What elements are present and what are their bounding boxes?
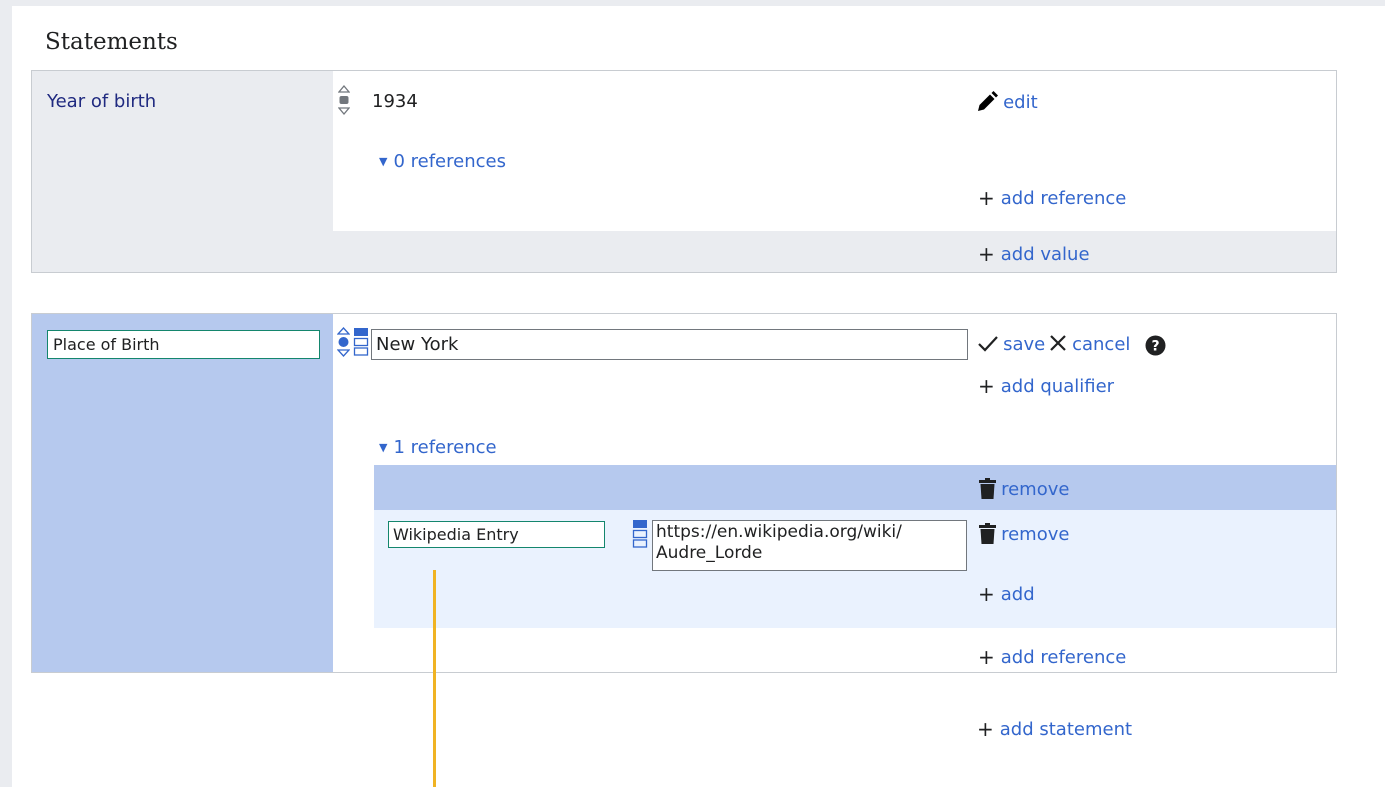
caret-down-icon: ▼ (379, 155, 388, 168)
trash-icon (979, 523, 996, 544)
reference-add-button[interactable]: + add (978, 581, 1035, 606)
help-icon[interactable]: ? (1145, 335, 1166, 356)
property-input[interactable] (47, 330, 320, 359)
add-qualifier-button[interactable]: + add qualifier (978, 373, 1115, 398)
add-statement-label: add statement (999, 719, 1133, 740)
close-icon (1050, 335, 1066, 351)
plus-icon: + (978, 645, 995, 669)
reference-remove-label: remove (1001, 479, 1070, 500)
checkmark-icon (978, 336, 998, 352)
add-reference-button[interactable]: + add reference (978, 185, 1127, 210)
edit-button[interactable]: edit (976, 91, 1038, 113)
add-value-button[interactable]: + add value (978, 241, 1090, 266)
statement-group-year-of-birth: Year of birth 1934 edit ▼ 0 references + a… (31, 70, 1337, 273)
add-value-label: add value (1000, 244, 1090, 265)
trash-icon (979, 478, 996, 499)
statement-group-place-of-birth: save cancel ? +add qualifier ▼1 referenc… (31, 313, 1337, 673)
references-toggle-label: 0 references (393, 151, 506, 172)
pencil-icon (978, 91, 998, 111)
reference-snak-remove-button[interactable]: remove (979, 523, 1069, 545)
plus-icon: + (978, 374, 995, 398)
cancel-button[interactable]: cancel (1049, 334, 1130, 355)
references-toggle[interactable]: ▼ 1 reference (379, 437, 497, 458)
statement-value: 1934 (372, 91, 418, 112)
reference-header (374, 465, 1336, 510)
plus-icon: + (978, 186, 995, 210)
value-input[interactable] (371, 329, 968, 360)
add-statement-button[interactable]: + add statement (977, 716, 1133, 741)
reference-snak-remove-label: remove (1001, 524, 1070, 545)
add-value-bar (333, 231, 1336, 272)
save-button[interactable]: save (978, 334, 1045, 355)
references-toggle-label: 1 reference (393, 437, 497, 458)
caret-down-icon: ▼ (379, 441, 388, 454)
snak-type-selector-icon[interactable] (632, 519, 648, 549)
references-toggle[interactable]: ▼ 0 references (379, 151, 506, 172)
plus-icon: + (978, 582, 995, 606)
reference-property-input[interactable] (388, 521, 605, 548)
cancel-label: cancel (1072, 334, 1131, 355)
reference-add-label: add (1000, 584, 1035, 605)
property-label-year-of-birth[interactable]: Year of birth (47, 91, 156, 112)
plus-icon: + (978, 242, 995, 266)
rank-selector-icon[interactable] (338, 85, 350, 115)
add-qualifier-label: add qualifier (1000, 376, 1115, 397)
save-label: save (1003, 334, 1046, 355)
add-reference-button[interactable]: + add reference (978, 644, 1127, 669)
edit-label: edit (1003, 92, 1038, 113)
svg-text:?: ? (1151, 339, 1159, 355)
plus-icon: + (977, 717, 994, 741)
property-cell: Year of birth (32, 71, 333, 272)
statements-heading: Statements (45, 29, 178, 55)
property-cell-editing (32, 314, 333, 672)
snak-type-selector-icon[interactable] (353, 327, 369, 357)
add-reference-label: add reference (1000, 188, 1127, 209)
annotation-line (433, 570, 436, 787)
rank-selector-icon[interactable] (337, 327, 350, 357)
reference-remove-button[interactable]: remove (979, 478, 1069, 500)
reference-value-input[interactable]: https://en.wikipedia.org/wiki/ Audre_Lor… (652, 520, 967, 571)
add-reference-label: add reference (1000, 647, 1127, 668)
